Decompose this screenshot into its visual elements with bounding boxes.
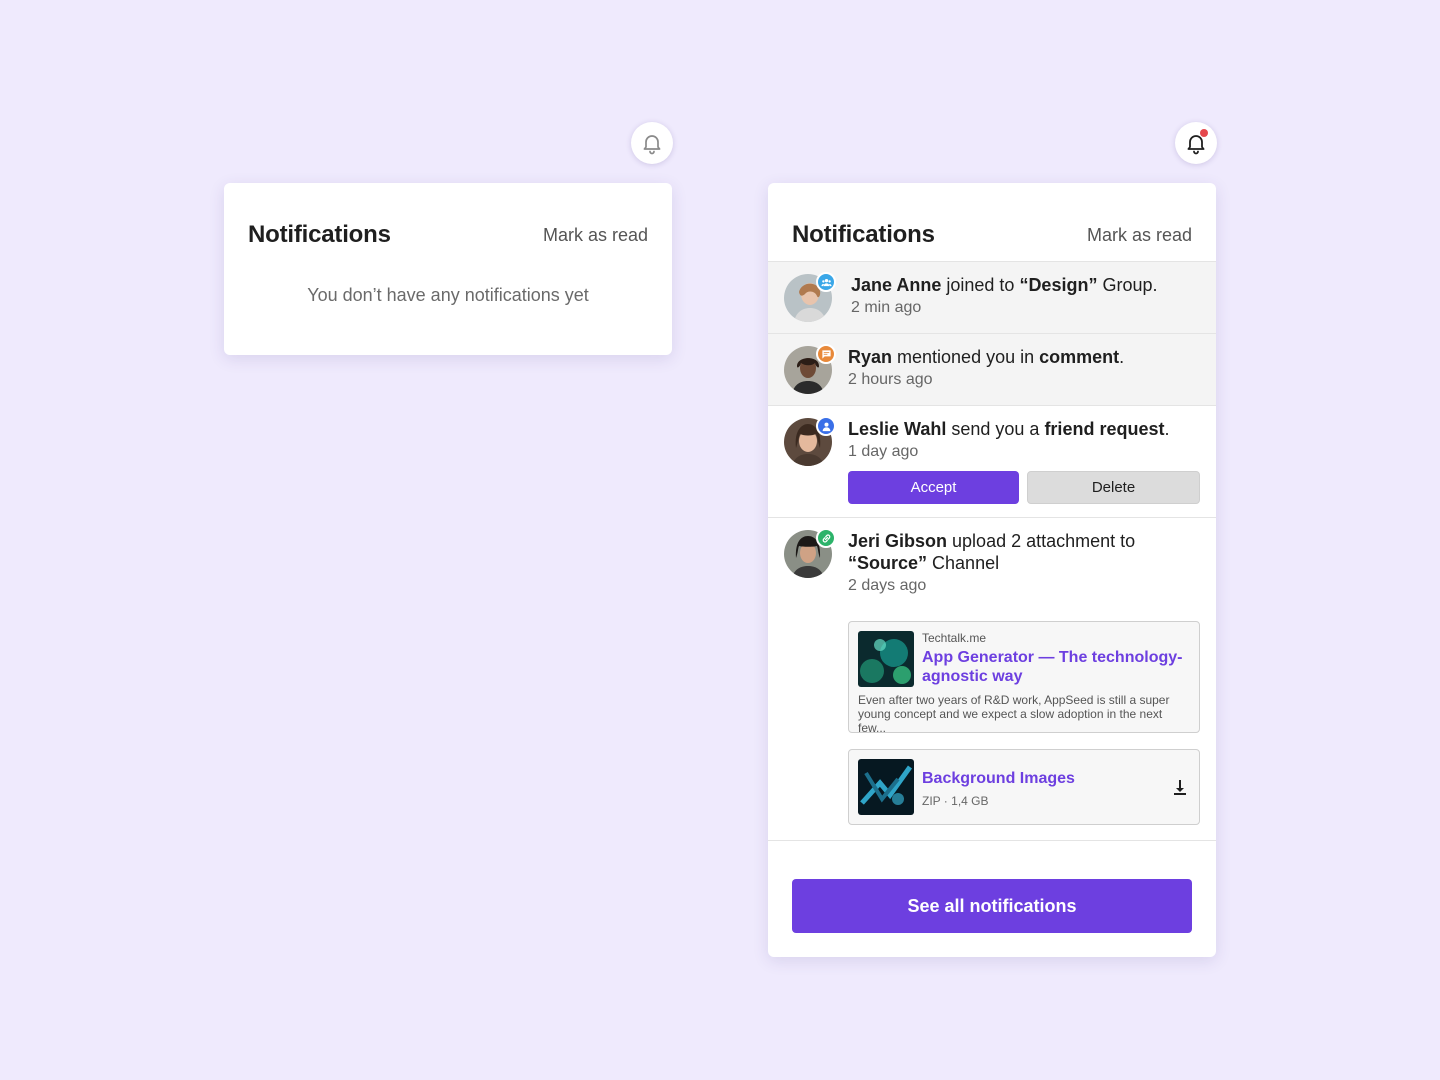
suffix-text: Channel bbox=[927, 553, 1000, 573]
panel-title: Notifications bbox=[248, 221, 391, 248]
timestamp: 1 day ago bbox=[848, 443, 919, 460]
actor-name[interactable]: Ryan bbox=[848, 347, 892, 367]
download-icon[interactable] bbox=[1170, 777, 1190, 797]
suffix-text: . bbox=[1119, 347, 1125, 367]
abstract-image-icon bbox=[858, 759, 914, 815]
avatar bbox=[784, 528, 836, 578]
notification-item[interactable]: Jeri Gibson upload 2 attachment to “Sour… bbox=[768, 517, 1216, 841]
notification-item[interactable]: Jane Anne joined to “Design” Group. 2 mi… bbox=[768, 261, 1216, 333]
file-type: ZIP bbox=[922, 794, 941, 808]
panel-title: Notifications bbox=[792, 221, 935, 248]
action-text: mentioned you in bbox=[892, 347, 1040, 367]
file-info: Background Images ZIP · 1,4 GB bbox=[922, 759, 1075, 815]
actor-name[interactable]: Jane Anne bbox=[851, 275, 941, 295]
mark-as-read-link[interactable]: Mark as read bbox=[543, 225, 648, 246]
suffix-text: Group. bbox=[1097, 275, 1158, 295]
notification-bell-button-active[interactable] bbox=[1175, 122, 1217, 164]
notification-item[interactable]: Ryan mentioned you in comment. 2 hours a… bbox=[768, 333, 1216, 405]
link-thumbnail bbox=[858, 631, 914, 687]
notifications-panel: Notifications Mark as read Jane Anne joi… bbox=[768, 183, 1216, 957]
notifications-panel-empty: Notifications Mark as read You don’t hav… bbox=[224, 183, 672, 355]
avatar bbox=[784, 344, 836, 394]
notification-item[interactable]: Leslie Wahl send you a friend request. 1… bbox=[768, 405, 1216, 517]
timestamp: 2 hours ago bbox=[848, 371, 933, 388]
timestamp: 2 days ago bbox=[848, 577, 927, 594]
delete-button[interactable]: Delete bbox=[1027, 471, 1200, 504]
actor-name[interactable]: Leslie Wahl bbox=[848, 419, 946, 439]
file-attachment-card[interactable]: Background Images ZIP · 1,4 GB bbox=[848, 749, 1200, 825]
suffix-text: . bbox=[1164, 419, 1170, 439]
avatar bbox=[784, 272, 836, 322]
action-text: upload 2 attachment to bbox=[947, 531, 1136, 551]
bell-icon bbox=[643, 135, 661, 155]
notification-bell-button-empty[interactable] bbox=[631, 122, 673, 164]
meta-separator: · bbox=[943, 794, 948, 808]
file-meta: ZIP · 1,4 GB bbox=[922, 794, 1075, 808]
notification-content: Jeri Gibson upload 2 attachment to “Sour… bbox=[848, 530, 1200, 828]
comment-icon bbox=[821, 349, 831, 359]
action-text: joined to bbox=[941, 275, 1020, 295]
notification-text: Leslie Wahl send you a friend request. bbox=[848, 418, 1200, 440]
file-title[interactable]: Background Images bbox=[922, 769, 1075, 788]
see-all-notifications-button[interactable]: See all notifications bbox=[792, 879, 1192, 933]
friend-request-actions: Accept Delete bbox=[848, 471, 1200, 504]
link-info: Techtalk.me App Generator — The technolo… bbox=[922, 631, 1190, 687]
mark-as-read-link[interactable]: Mark as read bbox=[1087, 225, 1192, 246]
notification-content: Leslie Wahl send you a friend request. 1… bbox=[848, 418, 1200, 505]
badge-comment-icon bbox=[816, 344, 836, 364]
notification-content: Jane Anne joined to “Design” Group. 2 mi… bbox=[851, 274, 1200, 321]
unread-dot bbox=[1200, 129, 1208, 137]
target-name[interactable]: friend request bbox=[1044, 419, 1164, 439]
badge-person-icon bbox=[816, 416, 836, 436]
notification-content: Ryan mentioned you in comment. 2 hours a… bbox=[848, 346, 1200, 393]
panel-header: Notifications Mark as read bbox=[768, 183, 1216, 261]
accept-button[interactable]: Accept bbox=[848, 471, 1019, 504]
badge-group-icon bbox=[816, 272, 836, 292]
group-icon bbox=[820, 278, 832, 286]
link-domain: Techtalk.me bbox=[922, 631, 987, 645]
link-icon bbox=[822, 533, 830, 543]
link-title[interactable]: App Generator — The technology-agnostic … bbox=[922, 648, 1190, 686]
link-preview-card[interactable]: Techtalk.me App Generator — The technolo… bbox=[848, 621, 1200, 735]
link-description: Even after two years of R&D work, AppSee… bbox=[858, 693, 1170, 735]
abstract-image-icon bbox=[858, 631, 914, 687]
notification-text: Jane Anne joined to “Design” Group. bbox=[851, 274, 1200, 296]
panel-header: Notifications Mark as read bbox=[224, 183, 672, 261]
file-thumbnail bbox=[858, 759, 914, 815]
badge-link-icon bbox=[816, 528, 836, 548]
avatar bbox=[784, 416, 836, 466]
empty-message: You don’t have any notifications yet bbox=[307, 285, 589, 305]
timestamp: 2 min ago bbox=[851, 299, 922, 316]
actor-name[interactable]: Jeri Gibson bbox=[848, 531, 947, 551]
person-icon bbox=[822, 422, 830, 431]
target-name[interactable]: comment bbox=[1039, 347, 1119, 367]
target-name[interactable]: “Source” bbox=[848, 553, 927, 573]
notification-text: Jeri Gibson upload 2 attachment to “Sour… bbox=[848, 530, 1200, 574]
file-size: 1,4 GB bbox=[951, 794, 989, 808]
action-text: send you a bbox=[946, 419, 1045, 439]
notification-text: Ryan mentioned you in comment. bbox=[848, 346, 1200, 368]
target-name[interactable]: “Design” bbox=[1019, 275, 1097, 295]
